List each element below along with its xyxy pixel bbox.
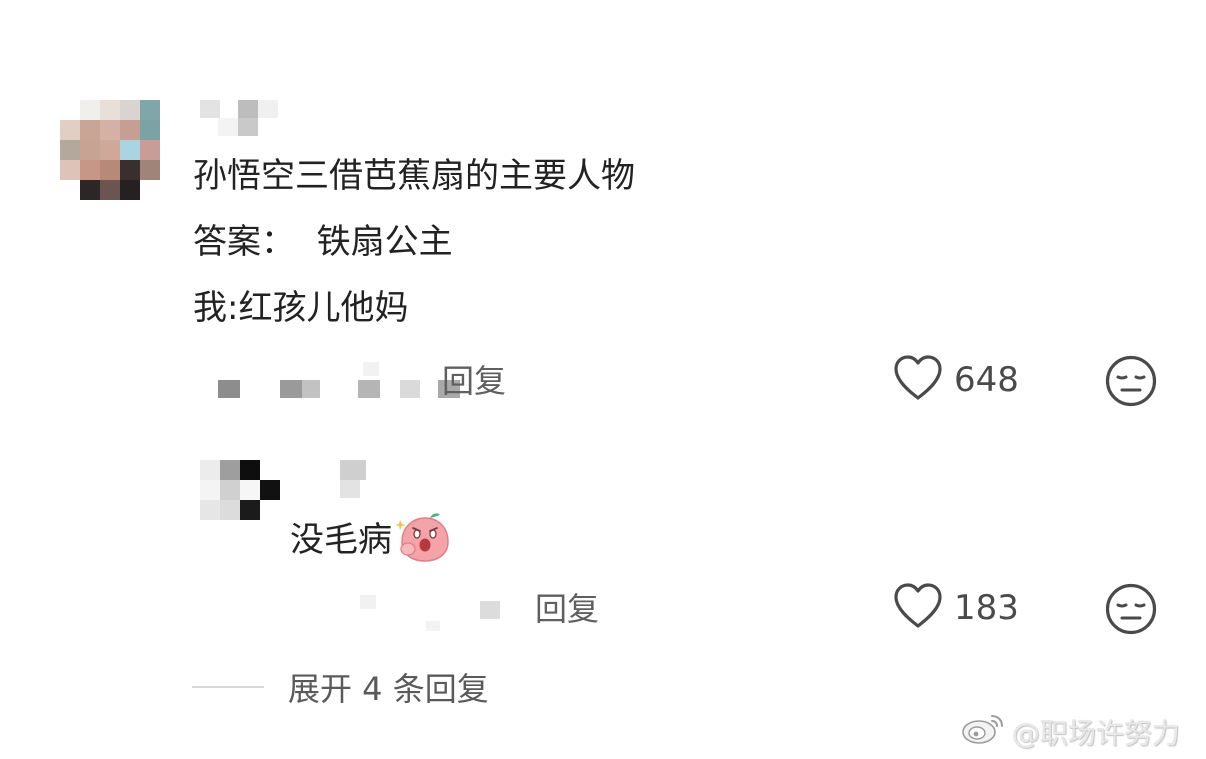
- comment-text-line: 答案： 铁扇公主: [193, 222, 453, 262]
- comment-text-line: 我:红孩儿他妈: [193, 288, 409, 328]
- like-button[interactable]: 183: [892, 582, 1019, 634]
- username[interactable]: [340, 460, 370, 500]
- expand-replies-label: 展开 4 条回复: [288, 670, 489, 708]
- watermark: @职场许努力: [960, 710, 1180, 753]
- watermark-text: @职场许努力: [1012, 716, 1181, 750]
- avatar[interactable]: [60, 100, 160, 200]
- heart-icon: [892, 354, 944, 406]
- timestamp: [360, 595, 500, 631]
- timestamp: [218, 362, 468, 400]
- like-count: 648: [954, 360, 1019, 400]
- username[interactable]: [198, 100, 288, 140]
- expressionless-face-icon[interactable]: [1104, 582, 1158, 640]
- reply-text-content: 没毛病: [290, 520, 392, 560]
- heart-icon: [892, 582, 944, 634]
- avatar[interactable]: [200, 460, 280, 520]
- expressionless-face-icon[interactable]: [1104, 354, 1158, 412]
- reply-text: 没毛病: [290, 512, 452, 568]
- reply-comment-item: 没毛病 回复 183: [0, 440, 1206, 640]
- reply-button[interactable]: 回复: [442, 356, 506, 402]
- reply-button[interactable]: 回复: [535, 584, 599, 630]
- comment-item: 孙悟空三借芭蕉扇的主要人物 答案： 铁扇公主 我:红孩儿他妈 回复 648: [0, 0, 1206, 430]
- expand-replies-button[interactable]: 展开 4 条回复: [192, 664, 489, 710]
- divider-line: [192, 686, 264, 688]
- weibo-logo-icon: [960, 710, 1006, 753]
- comment-text-line: 孙悟空三借芭蕉扇的主要人物: [193, 156, 635, 196]
- like-button[interactable]: 648: [892, 354, 1019, 406]
- screaming-peach-emoji: [394, 512, 452, 568]
- like-count: 183: [954, 588, 1019, 628]
